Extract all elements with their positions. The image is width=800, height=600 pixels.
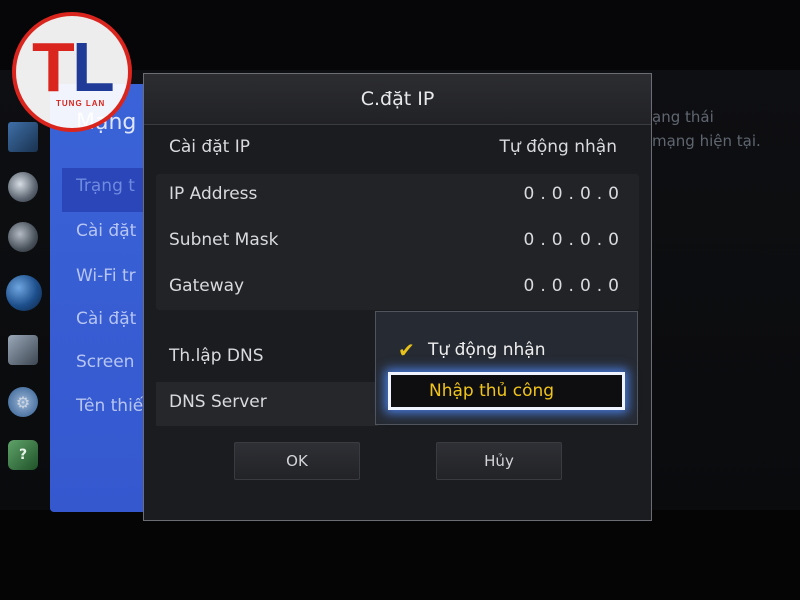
dropdown-option-manual-label: Nhập thủ công bbox=[429, 381, 555, 401]
side-menu-item-screen-mirroring[interactable]: Screen bbox=[76, 352, 134, 372]
logo-text: TUNG LAN bbox=[56, 99, 106, 108]
description-line-1: ạng thái bbox=[652, 108, 714, 126]
ip-settings-dialog: C.đặt IP Cài đặt IP Tự động nhận IP Addr… bbox=[143, 73, 652, 521]
dropdown-option-manual[interactable]: Nhập thủ công bbox=[388, 372, 625, 410]
logo-letter-t: T bbox=[32, 28, 75, 106]
gear-icon[interactable]: ⚙ bbox=[8, 387, 38, 417]
dialog-title: C.đặt IP bbox=[360, 88, 435, 110]
network-side-menu: Mạng Trạng t Cài đặt Wi-Fi tr Cài đặt Sc… bbox=[50, 84, 147, 512]
channel-icon[interactable] bbox=[8, 222, 38, 252]
bezel-bottom bbox=[0, 510, 800, 600]
system-cube-icon[interactable] bbox=[8, 335, 38, 365]
description-line-2: mạng hiện tại. bbox=[652, 132, 761, 150]
dropdown-option-auto[interactable]: Tự động nhận bbox=[428, 340, 545, 360]
side-description: ạng thái mạng hiện tại. bbox=[652, 105, 761, 153]
side-menu-item-wifi-direct[interactable]: Wi-Fi tr bbox=[76, 266, 136, 286]
ip-setting-value[interactable]: Tự động nhận bbox=[500, 137, 617, 157]
picture-icon[interactable] bbox=[8, 122, 38, 152]
sound-icon[interactable] bbox=[8, 172, 38, 202]
network-globe-icon[interactable] bbox=[6, 275, 42, 311]
cancel-button[interactable]: Hủy bbox=[436, 442, 562, 480]
side-menu-item-allshare-settings[interactable]: Cài đặt bbox=[76, 309, 136, 329]
ip-address-label: IP Address bbox=[169, 184, 258, 204]
dns-setting-label: Th.lập DNS bbox=[169, 346, 264, 366]
ip-address-value[interactable]: 0.0.0.0 bbox=[524, 184, 625, 204]
subnet-mask-value[interactable]: 0.0.0.0 bbox=[524, 230, 625, 250]
category-icon-strip: ⚙ ? bbox=[0, 110, 50, 510]
dns-mode-dropdown[interactable]: ✔ Tự động nhận Nhập thủ công bbox=[375, 311, 638, 425]
side-menu-item-device-name[interactable]: Tên thiế bbox=[76, 396, 143, 416]
side-menu-item-network-settings[interactable]: Cài đặt bbox=[76, 221, 136, 241]
dialog-header: C.đặt IP bbox=[144, 74, 651, 125]
logo-letter-l: L bbox=[72, 28, 115, 106]
side-menu-item-network-status[interactable]: Trạng t bbox=[76, 176, 135, 196]
gateway-value[interactable]: 0.0.0.0 bbox=[524, 276, 625, 296]
checkmark-icon: ✔ bbox=[398, 338, 415, 362]
gateway-label: Gateway bbox=[169, 276, 245, 296]
help-icon[interactable]: ? bbox=[8, 440, 38, 470]
subnet-mask-label: Subnet Mask bbox=[169, 230, 279, 250]
dns-server-label: DNS Server bbox=[169, 392, 267, 412]
ok-button[interactable]: OK bbox=[234, 442, 360, 480]
brand-logo: T L TUNG LAN bbox=[12, 12, 132, 132]
ip-setting-label: Cài đặt IP bbox=[169, 137, 250, 157]
